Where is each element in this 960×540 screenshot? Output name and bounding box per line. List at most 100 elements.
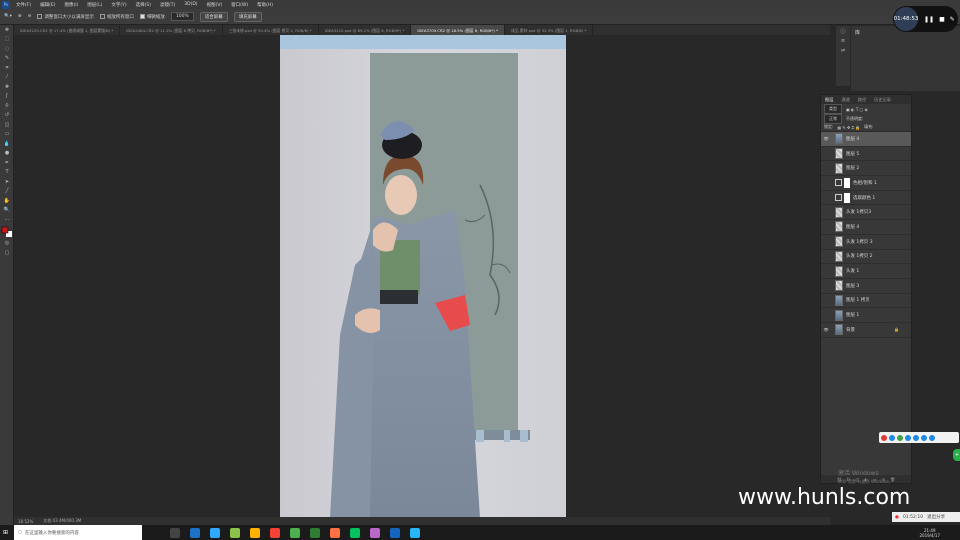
taskbar-search[interactable]: ○ 在这里输入你要搜索的内容 <box>14 525 142 540</box>
quick-select-tool-icon[interactable]: ✎ <box>0 54 14 64</box>
app-icon[interactable] <box>230 527 240 538</box>
pause-icon[interactable]: ❚❚ <box>924 16 934 23</box>
menu-help[interactable]: 帮助(H) <box>257 2 273 8</box>
tab-history[interactable]: 历史记录 <box>870 97 895 103</box>
layer-row[interactable]: 色相/饱和 1 <box>821 176 911 191</box>
zoom-all-option[interactable]: 缩放所有窗口 <box>99 13 134 20</box>
layer-row[interactable]: 图层 1 <box>821 308 911 323</box>
more-tools-icon[interactable]: ⋯ <box>0 215 14 225</box>
marquee-tool-icon[interactable]: ⬚ <box>0 35 14 45</box>
document-tab[interactable]: 成品 素材.psd @ 33.3% (图层 1, RGB/8) * <box>505 25 594 35</box>
eraser-tool-icon[interactable]: ◫ <box>0 120 14 130</box>
gradient-tool-icon[interactable]: ▭ <box>0 130 14 140</box>
layer-row[interactable]: 头发 1 <box>821 264 911 279</box>
move-tool-icon[interactable]: ✥ <box>0 25 14 35</box>
app-icon[interactable] <box>270 527 280 538</box>
menu-layer[interactable]: 图层(L) <box>87 2 102 8</box>
blur-tool-icon[interactable]: 💧 <box>0 139 14 149</box>
eye-icon[interactable]: 👁 <box>821 327 831 332</box>
skin-icon[interactable] <box>921 434 927 441</box>
zoom-out-icon[interactable]: ⊖ <box>28 14 32 19</box>
taskbar-clock[interactable]: 21:49 2019/4/17 <box>919 528 940 538</box>
healing-brush-tool-icon[interactable]: ✚ <box>0 82 14 92</box>
layer-row[interactable]: 图层 5 <box>821 147 911 162</box>
document-tab[interactable]: 三张未修.psd @ 30.4% (图层 拷贝 2, RGB/8) * <box>223 25 319 35</box>
zoom-in-icon[interactable]: ⊕ <box>18 14 22 19</box>
brush-tool-icon[interactable]: ʃ <box>0 92 14 102</box>
menu-image[interactable]: 图像(I) <box>64 2 78 8</box>
zoom-readout[interactable]: 18.52% <box>18 519 33 524</box>
path-select-tool-icon[interactable]: ➤ <box>0 177 14 187</box>
layer-row[interactable]: 头发 1拷贝3 <box>821 205 911 221</box>
menu-select[interactable]: 选择(S) <box>136 2 151 8</box>
exit-share-button[interactable]: 退出分享 <box>927 514 945 520</box>
layer-row[interactable]: 图层 1 拷贝 <box>821 294 911 309</box>
tab-paths[interactable]: 路径 <box>854 97 870 103</box>
quick-mask-icon[interactable]: ◎ <box>0 239 14 249</box>
zoom-tool-icon[interactable]: 🔍 <box>0 206 14 216</box>
wechat-icon[interactable] <box>350 527 360 538</box>
keyboard-icon[interactable] <box>913 434 919 441</box>
layer-row[interactable]: 图层 2 <box>821 161 911 177</box>
document-tab[interactable]: IDEA2464.CR2 @ 11.2% (图层 8 拷贝, RGB/8*) * <box>120 25 223 35</box>
menu-view[interactable]: 视图(V) <box>207 2 223 8</box>
floating-assist-icon[interactable]: + <box>953 449 960 461</box>
lock-icons[interactable]: ▦ ✎ ✥ ⌗ 🔒 <box>837 125 860 130</box>
menu-edit[interactable]: 编辑(E) <box>40 2 55 8</box>
adjustments-icon[interactable]: ⇌ <box>836 46 850 56</box>
layer-row[interactable]: 头发 1拷贝 3 <box>821 235 911 250</box>
task-view-icon[interactable] <box>170 527 180 538</box>
language-icon[interactable] <box>889 434 895 441</box>
toolbox-icon[interactable] <box>929 434 935 441</box>
layer-row[interactable]: 图层 3 <box>821 279 911 294</box>
blend-mode-select[interactable]: 正常 <box>824 113 842 124</box>
eyedropper-tool-icon[interactable]: ⁄ <box>0 73 14 83</box>
app-icon[interactable] <box>410 527 420 538</box>
punctuation-icon[interactable] <box>897 434 903 441</box>
filter-icons[interactable]: ▣ ◐ T ▢ ◈ <box>846 107 868 112</box>
screen-mode-icon[interactable]: ▢ <box>0 248 14 258</box>
stop-icon[interactable]: ■ <box>939 16 945 23</box>
app-icon[interactable] <box>370 527 380 538</box>
layer-row[interactable]: 图层 4 <box>821 220 911 235</box>
windows-start-icon[interactable]: ⊞ <box>3 529 8 536</box>
crop-tool-icon[interactable]: ⌗ <box>0 63 14 73</box>
pen-icon[interactable]: ✎ <box>950 16 955 23</box>
layer-row[interactable]: 👁 背景 🔒 <box>821 323 911 338</box>
pen-tool-icon[interactable]: ✒ <box>0 158 14 168</box>
hand-tool-icon[interactable]: ✋ <box>0 196 14 206</box>
document-tab[interactable]: IDEA3229.CR2 @ 17.4% (曲线调整 1, 图层蒙版/8) * <box>14 25 121 35</box>
app-icon[interactable] <box>390 527 400 538</box>
menu-filter[interactable]: 滤镜(T) <box>160 2 175 8</box>
properties-icon[interactable]: ≡ <box>836 36 850 46</box>
fit-screen-button[interactable]: 适合屏幕 <box>199 11 228 22</box>
sogou-logo-icon[interactable] <box>881 434 887 441</box>
document-tab-active[interactable]: IDEA3709.CR2 @ 18.5% (图层 6, RGB/8*) * <box>411 25 505 35</box>
zoom-tool-icon[interactable]: 🔍▾ <box>4 14 12 19</box>
info-icon[interactable]: ⓘ <box>836 26 850 36</box>
eye-icon[interactable]: 👁 <box>821 136 831 141</box>
folder-icon[interactable] <box>250 527 260 538</box>
menu-3d[interactable]: 3D(D) <box>184 2 197 7</box>
layer-row[interactable]: 👁 图层 4 <box>821 132 911 147</box>
tab-channels[interactable]: 通道 <box>837 97 853 103</box>
canvas-image[interactable] <box>280 35 566 518</box>
lasso-tool-icon[interactable]: ◌ <box>0 44 14 54</box>
layer-row[interactable]: 选取颜色 1 <box>821 191 911 206</box>
microphone-icon[interactable] <box>905 434 911 441</box>
menu-file[interactable]: 文件(F) <box>16 2 31 8</box>
document-tab[interactable]: IDEA3210.psd @ 89.2% (图层 6, RGB/8*) * <box>319 25 412 35</box>
resize-windows-option[interactable]: 调整窗口大小以满屏显示 <box>37 13 94 20</box>
shape-tool-icon[interactable]: ╱ <box>0 187 14 197</box>
zoom-value-field[interactable]: 100% <box>170 12 194 21</box>
clone-stamp-tool-icon[interactable]: ⚲ <box>0 101 14 111</box>
history-brush-tool-icon[interactable]: ↺ <box>0 111 14 121</box>
color-swatches-icon[interactable] <box>0 225 14 239</box>
tab-layers[interactable]: 图层 <box>821 97 837 103</box>
scrubby-zoom-option[interactable]: 细微缩放 <box>139 13 165 20</box>
app-icon[interactable] <box>310 527 320 538</box>
menu-type[interactable]: 文字(Y) <box>111 2 126 8</box>
layer-kind-filter[interactable]: 类型 <box>824 104 842 114</box>
photoshop-logo-icon[interactable]: Ps <box>2 0 10 9</box>
edge-icon[interactable] <box>190 527 200 538</box>
